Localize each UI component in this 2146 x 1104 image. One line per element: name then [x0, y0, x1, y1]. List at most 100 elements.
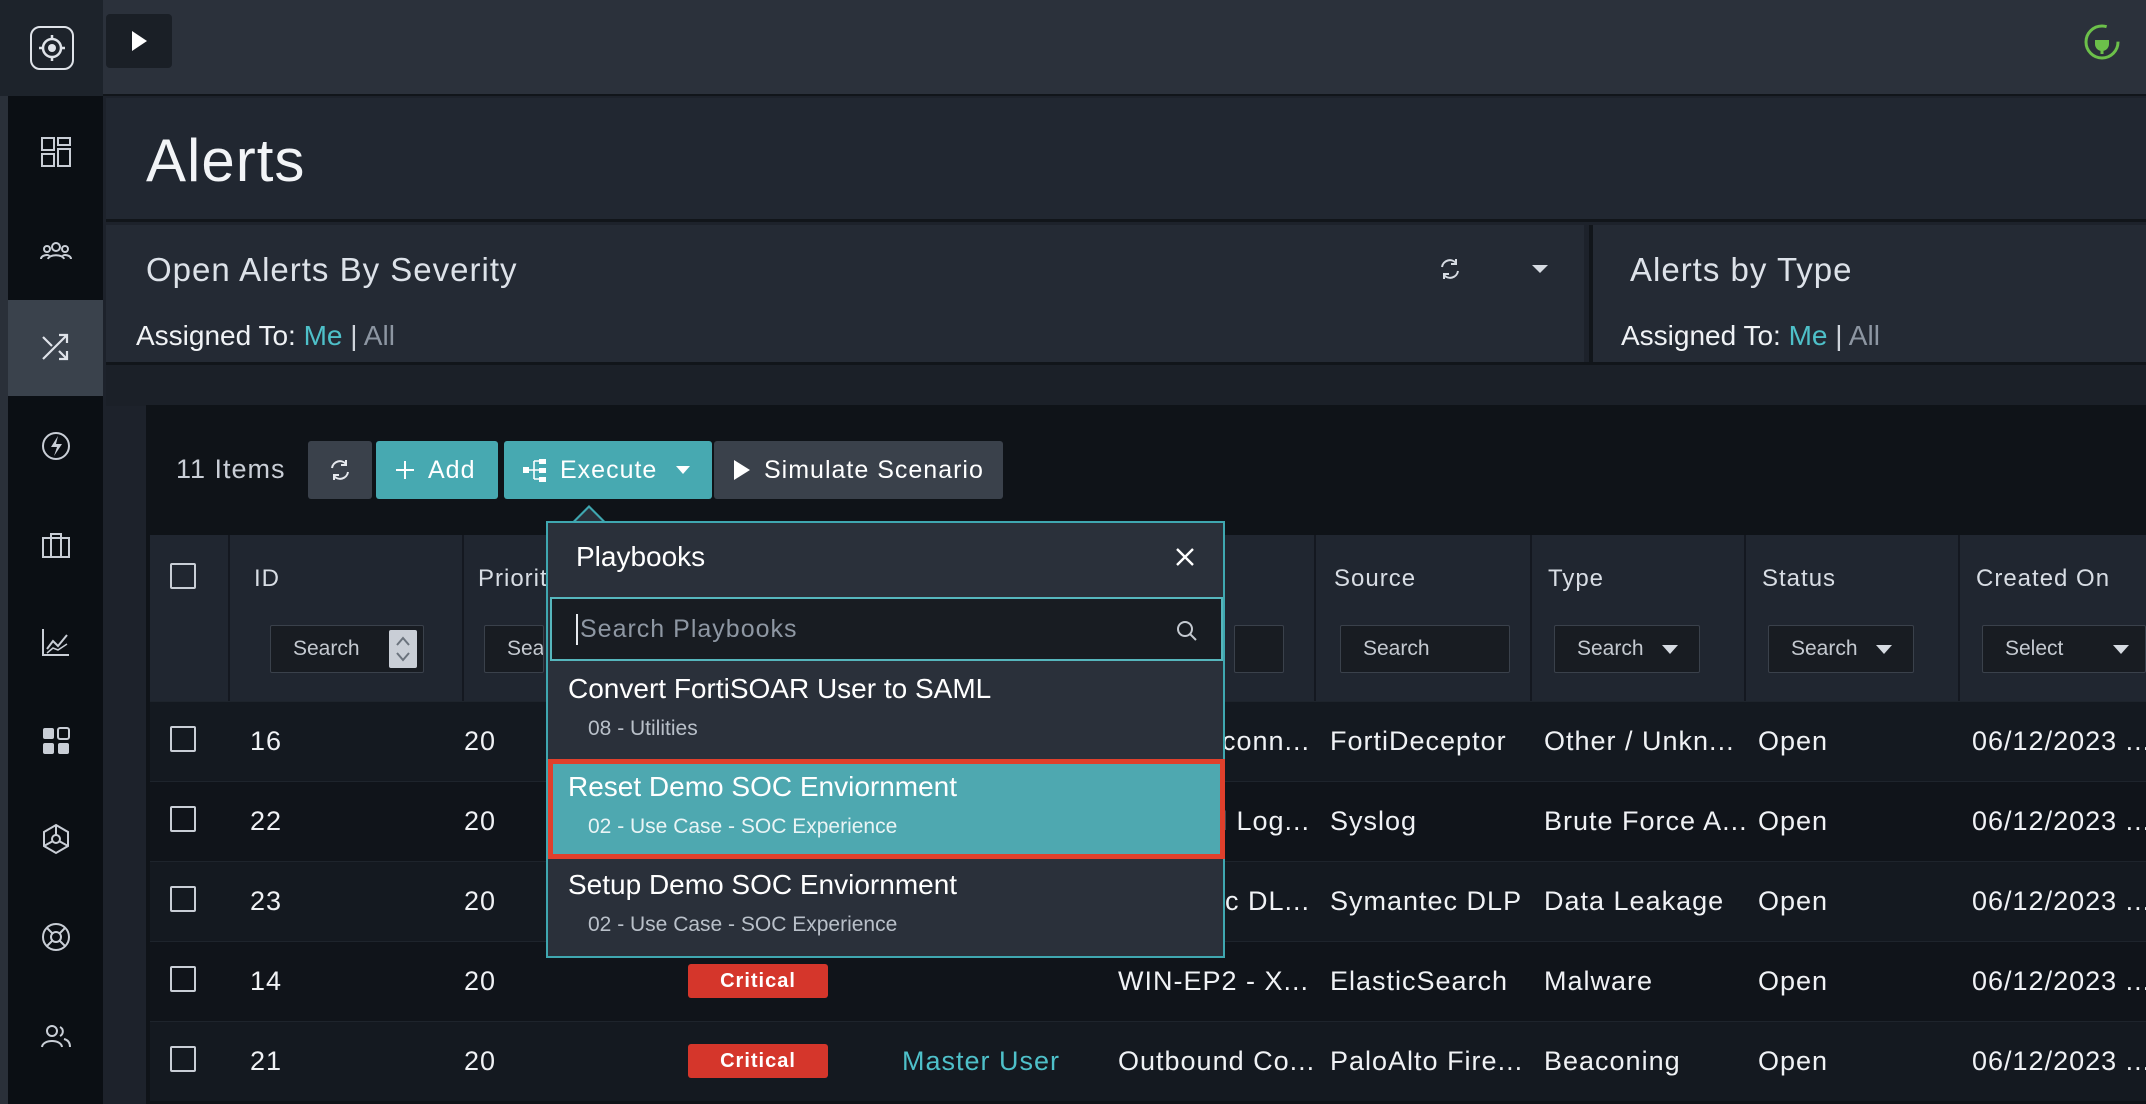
- nav-integrations[interactable]: [8, 791, 103, 887]
- cell-assigned-to[interactable]: Master User: [902, 1046, 1060, 1077]
- left-nav-rail: [0, 0, 103, 1104]
- refresh-icon: [1441, 259, 1459, 279]
- cell-priority: 20: [464, 806, 497, 836]
- assigned-me-link[interactable]: Me: [304, 320, 343, 351]
- nav-apps[interactable]: [8, 693, 103, 789]
- status-filter-select[interactable]: Search: [1768, 625, 1914, 673]
- popover-title: Playbooks: [576, 541, 706, 572]
- created-on-filter-select[interactable]: Select: [1982, 625, 2146, 673]
- row-checkbox[interactable]: [170, 726, 196, 752]
- spinner-arrows-icon: [396, 636, 410, 662]
- nav-teams[interactable]: [8, 203, 103, 299]
- column-header-created-on[interactable]: Created On: [1976, 565, 2110, 593]
- filter-placeholder: Search: [1791, 637, 1858, 660]
- cell-created-on: 06/12/2023 ...: [1972, 966, 2146, 996]
- nav-users[interactable]: [8, 988, 103, 1084]
- close-icon: [1176, 548, 1194, 566]
- add-button-label: Add: [428, 455, 476, 484]
- cell-type: Malware: [1544, 966, 1654, 996]
- network-icon: [42, 823, 69, 855]
- column-header-priority[interactable]: Priorit: [478, 565, 548, 593]
- execute-button[interactable]: Execute: [504, 441, 712, 499]
- nav-resources[interactable]: [8, 497, 103, 593]
- nav-help[interactable]: [8, 889, 103, 985]
- column-header-source[interactable]: Source: [1334, 565, 1416, 593]
- widget-refresh-button[interactable]: [1434, 253, 1466, 285]
- nav-dashboard[interactable]: [8, 104, 103, 200]
- assigned-label: Assigned To:: [136, 320, 296, 351]
- number-spinner[interactable]: [389, 630, 417, 668]
- source-filter-input[interactable]: Search: [1340, 625, 1510, 673]
- row-checkbox[interactable]: [170, 886, 196, 912]
- playbook-search-input[interactable]: [576, 613, 1136, 645]
- table-row[interactable]: 21 20 Critical Master User Outbound Co..…: [150, 1021, 2146, 1101]
- sidebar-toggle-button[interactable]: [106, 14, 172, 68]
- nav-automation[interactable]: [8, 398, 103, 494]
- dashboard-icon: [40, 137, 71, 167]
- cell-id: 21: [250, 1046, 283, 1076]
- connection-status-indicator[interactable]: [2082, 22, 2122, 62]
- playbook-name: Setup Demo SOC Enviornment: [568, 869, 958, 900]
- playbook-item[interactable]: Setup Demo SOC Enviornment 02 - Use Case…: [550, 859, 1223, 955]
- grid-toolbar: 11 Items Add Execute Simulate Scenario: [146, 441, 2146, 501]
- priority-filter-input[interactable]: Sear: [484, 625, 544, 673]
- row-checkbox[interactable]: [170, 806, 196, 832]
- users-icon: [40, 1025, 71, 1048]
- column-header-id[interactable]: ID: [254, 565, 280, 593]
- plug-icon: [2084, 24, 2120, 60]
- nav-incident-response[interactable]: [8, 300, 103, 396]
- refresh-button[interactable]: [308, 441, 372, 499]
- column-divider: [462, 535, 464, 701]
- chevron-down-icon: [1532, 265, 1548, 273]
- row-checkbox[interactable]: [170, 966, 196, 992]
- playbook-category: 08 - Utilities: [588, 717, 698, 740]
- assigned-all-link[interactable]: All: [1849, 320, 1880, 351]
- cell-priority: 20: [464, 966, 497, 996]
- column-header-status[interactable]: Status: [1762, 565, 1836, 593]
- column-divider: [228, 535, 230, 701]
- playbook-search-field[interactable]: [550, 597, 1223, 661]
- dropdown-arrow-icon: [1875, 644, 1892, 654]
- assigned-all-link[interactable]: All: [364, 320, 395, 351]
- cell-id: 23: [250, 886, 283, 916]
- simulate-scenario-button[interactable]: Simulate Scenario: [714, 441, 1003, 499]
- cell-created-on: 06/12/2023 ...: [1972, 1046, 2146, 1076]
- dropdown-arrow-icon: [2113, 644, 2130, 654]
- playbook-item-selected[interactable]: Reset Demo SOC Enviornment 02 - Use Case…: [548, 759, 1225, 859]
- cell-priority: 20: [464, 886, 497, 916]
- add-button[interactable]: Add: [376, 441, 498, 499]
- items-count: 11 Items: [176, 454, 286, 484]
- cell-name: Outbound Co...: [1118, 1046, 1316, 1076]
- playbook-icon: [523, 459, 546, 482]
- close-button[interactable]: [1171, 543, 1199, 571]
- dropdown-arrow-icon: [1661, 644, 1678, 654]
- lightning-icon: [41, 432, 70, 460]
- column-divider: [1958, 535, 1960, 701]
- select-all-checkbox[interactable]: [170, 563, 196, 589]
- row-checkbox[interactable]: [170, 1046, 196, 1072]
- cell-created-on: 06/12/2023 ...: [1972, 806, 2146, 836]
- cell-source: Syslog: [1330, 806, 1418, 836]
- column-divider: [1530, 535, 1532, 701]
- execute-button-label: Execute: [560, 455, 658, 484]
- play-icon: [734, 460, 750, 480]
- playbook-name: Convert FortiSOAR User to SAML: [568, 673, 992, 704]
- cell-status: Open: [1758, 966, 1829, 996]
- playbook-category: 02 - Use Case - SOC Experience: [588, 815, 898, 838]
- column-header-type[interactable]: Type: [1548, 565, 1604, 593]
- cell-priority: 20: [464, 1046, 497, 1076]
- widget-menu-button[interactable]: [1524, 253, 1556, 285]
- type-filter-select[interactable]: Search: [1554, 625, 1700, 673]
- id-filter-input[interactable]: Search: [270, 625, 424, 673]
- page-title: Alerts: [146, 127, 306, 194]
- nav-reports[interactable]: [8, 594, 103, 690]
- page-header: Alerts: [106, 98, 2146, 222]
- name-filter-input[interactable]: [1234, 625, 1284, 673]
- assigned-separator: |: [350, 320, 358, 351]
- column-divider: [1744, 535, 1746, 701]
- cell-name: conn...: [1221, 726, 1310, 756]
- app-logo[interactable]: [0, 0, 103, 96]
- rail-divider: [0, 96, 8, 1104]
- playbook-item[interactable]: Convert FortiSOAR User to SAML 08 - Util…: [550, 663, 1223, 759]
- assigned-me-link[interactable]: Me: [1789, 320, 1828, 351]
